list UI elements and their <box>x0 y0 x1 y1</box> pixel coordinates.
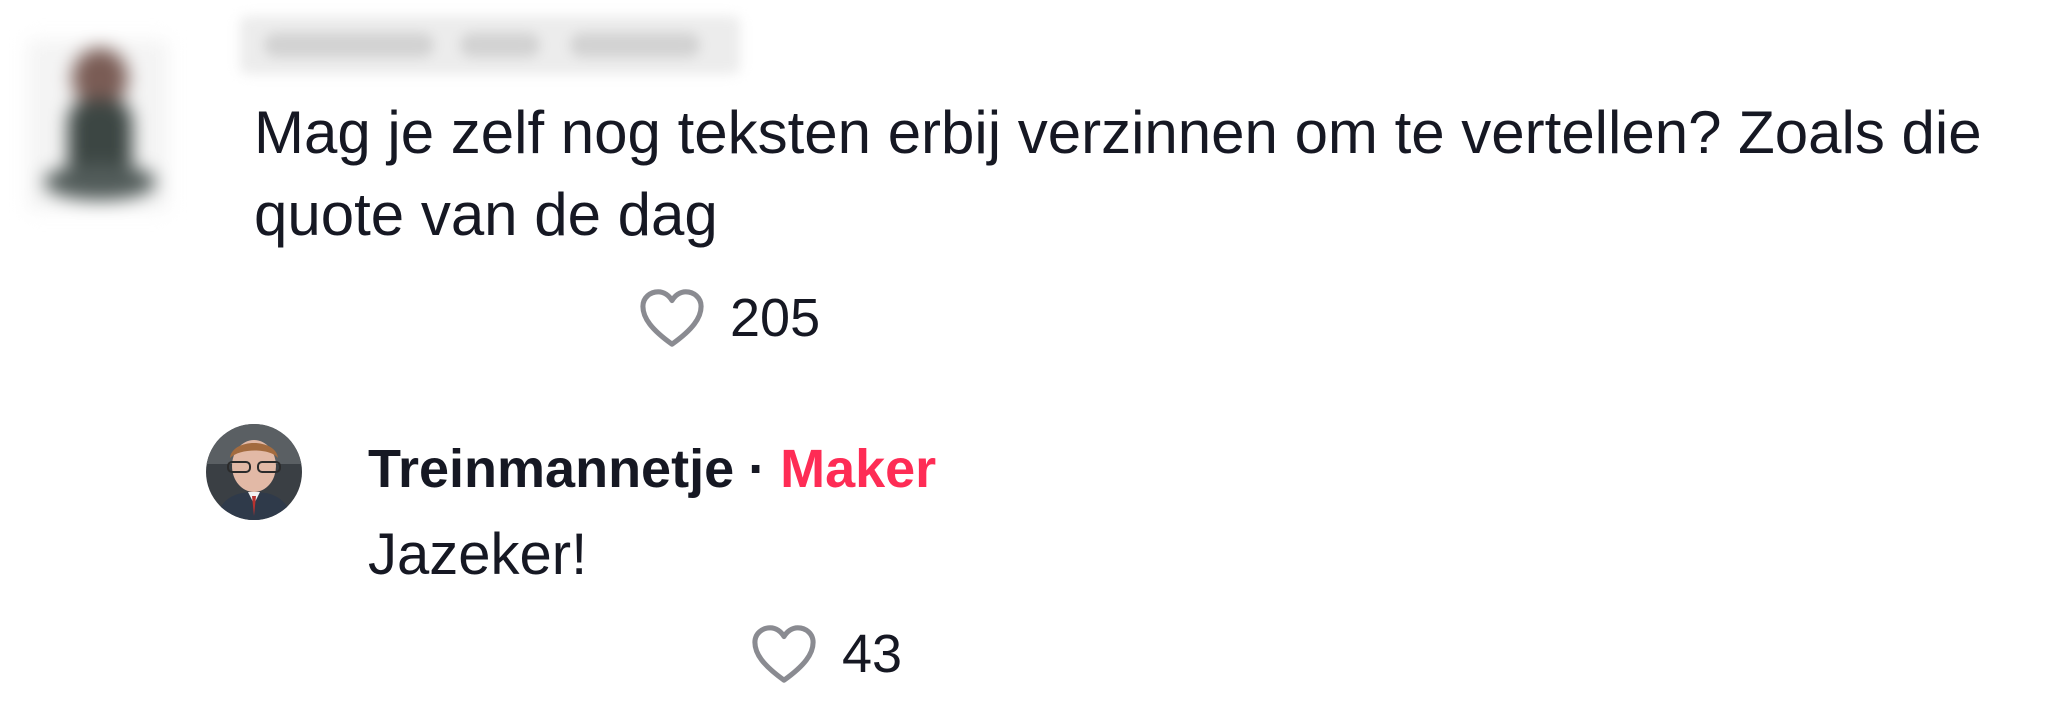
reply-like-button[interactable]: 43 <box>748 622 902 686</box>
separator-dot: · <box>748 439 767 499</box>
avatar-image <box>206 424 302 520</box>
reply-like-count: 43 <box>842 624 903 684</box>
commenter-username-redacted[interactable] <box>240 16 740 74</box>
comment-like-button[interactable]: 205 <box>636 286 820 350</box>
heart-outline-icon <box>752 625 816 683</box>
reply-text: Jazeker! <box>368 522 588 587</box>
comment-like-count: 205 <box>730 288 821 348</box>
reply-header: Treinmannetje · Maker <box>368 438 936 500</box>
comment-text: Mag je zelf nog teksten erbij verzinnen … <box>254 99 1982 248</box>
reply-author-avatar[interactable] <box>206 424 302 520</box>
creator-badge: Maker <box>780 439 937 499</box>
heart-outline-icon <box>640 289 704 347</box>
commenter-avatar[interactable] <box>28 40 168 210</box>
avatar-image <box>28 40 168 210</box>
reply-author-name[interactable]: Treinmannetje <box>368 439 734 499</box>
